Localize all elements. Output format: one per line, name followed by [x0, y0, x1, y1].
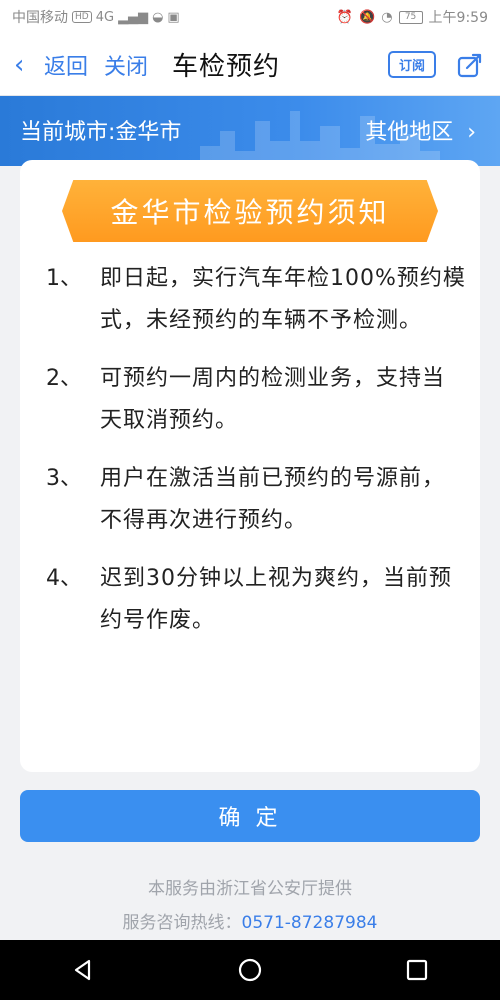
share-icon[interactable] — [456, 51, 484, 79]
notification-icon: ▣ — [167, 9, 180, 25]
page-title: 车检预约 — [172, 52, 281, 82]
home-circle-icon[interactable] — [237, 957, 263, 983]
chevron-right-icon: › — [460, 120, 476, 145]
alarm-icon: ⏰ — [336, 9, 354, 25]
rule-number: 4、 — [46, 566, 82, 591]
nav-bar: ‹ 返回 关闭 车检预约 订阅 — [0, 34, 500, 96]
system-nav-bar — [0, 940, 500, 1000]
rules-list: 1、 即日起，实行汽车年检100%预约模式，未经预约的车辆不予检测。 2、 可预… — [46, 258, 466, 658]
clock: 上午9:59 — [428, 10, 488, 26]
other-region-label: 其他地区 — [365, 120, 454, 145]
rule-number: 2、 — [46, 366, 82, 391]
hd-badge: HD — [72, 11, 92, 23]
hotline-number[interactable]: 0571-87287984 — [242, 913, 378, 933]
other-region-link[interactable]: 其他地区 › — [365, 114, 476, 146]
notice-title: 金华市检验预约须知 — [110, 196, 390, 229]
status-bar: 中国移动 HD 4G ▂▄▆ ◒ ▣ ⏰ 🔕 ◔ 75 上午9:59 — [0, 0, 500, 34]
rule-number: 3、 — [46, 466, 82, 491]
rule-item: 2、 可预约一周内的检测业务，支持当天取消预约。 — [46, 358, 466, 442]
network-type: 4G — [95, 9, 115, 25]
rule-text: 即日起，实行汽车年检100%预约模式，未经预约的车辆不予检测。 — [100, 266, 466, 333]
speed-icon: ◔ — [381, 9, 393, 25]
notice-card: 金华市检验预约须知 1、 即日起，实行汽车年检100%预约模式，未经预约的车辆不… — [20, 160, 480, 772]
current-city: 当前城市:金华市 — [20, 120, 182, 145]
back-chevron-icon[interactable]: ‹ — [14, 34, 44, 96]
carrier-name: 中国移动 — [12, 10, 68, 26]
rule-number: 1、 — [46, 266, 82, 291]
service-provider: 本服务由浙江省公安厅提供 — [148, 879, 352, 899]
city-banner: 当前城市:金华市 其他地区 › — [0, 96, 500, 166]
rule-item: 4、 迟到30分钟以上视为爽约，当前预约号作废。 — [46, 558, 466, 642]
signal-icon: ▂▄▆ — [118, 9, 149, 25]
recents-square-icon[interactable] — [404, 957, 430, 983]
rule-item: 3、 用户在激活当前已预约的号源前，不得再次进行预约。 — [46, 458, 466, 542]
back-button[interactable]: 返回 — [44, 49, 88, 81]
confirm-button[interactable]: 确 定 — [20, 790, 480, 842]
subscribe-button[interactable]: 订阅 — [387, 51, 436, 78]
rule-text: 迟到30分钟以上视为爽约，当前预约号作废。 — [100, 566, 452, 633]
rule-item: 1、 即日起，实行汽车年检100%预约模式，未经预约的车辆不予检测。 — [46, 258, 466, 342]
notice-title-ribbon: 金华市检验预约须知 — [62, 180, 438, 242]
close-button[interactable]: 关闭 — [104, 49, 148, 81]
hotline: 服务咨询热线：0571-87287984 — [0, 908, 500, 933]
hotline-label: 服务咨询热线： — [122, 913, 242, 933]
rule-text: 可预约一周内的检测业务，支持当天取消预约。 — [100, 366, 446, 433]
battery-icon: 75 — [398, 10, 423, 24]
mute-icon: 🔕 — [359, 9, 376, 25]
back-triangle-icon[interactable] — [70, 957, 96, 983]
rule-text: 用户在激活当前已预约的号源前，不得再次进行预约。 — [100, 466, 446, 533]
wifi-icon: ◒ — [152, 9, 164, 25]
